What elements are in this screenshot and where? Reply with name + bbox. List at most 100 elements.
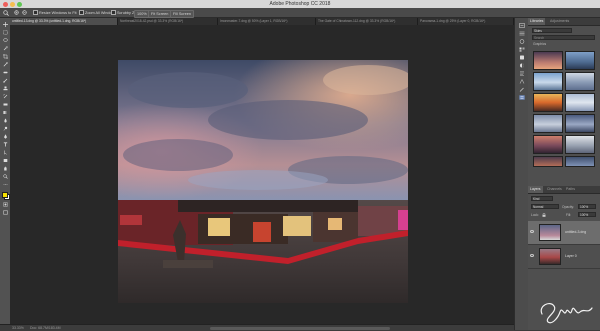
library-thumbnail[interactable] xyxy=(533,51,563,70)
layer-filter-select[interactable]: Kind xyxy=(531,196,553,201)
properties-icon[interactable] xyxy=(519,31,525,36)
quick-mask-icon[interactable] xyxy=(2,202,8,207)
library-search-input[interactable]: Search xyxy=(532,35,595,40)
clone-stamp-tool-icon[interactable] xyxy=(3,86,8,91)
signature-watermark xyxy=(540,302,593,324)
layer-filter-kind: Kind xyxy=(533,197,540,201)
marquee-tool-icon[interactable] xyxy=(2,30,8,35)
eraser-tool-icon[interactable] xyxy=(3,102,8,107)
brush-tool-icon[interactable] xyxy=(2,78,8,83)
brush-settings-icon[interactable] xyxy=(519,87,525,92)
doc-info: Doc: 68.7M/183.4M xyxy=(30,325,61,330)
image-canvas[interactable] xyxy=(118,60,408,303)
fill-input[interactable]: 100% xyxy=(578,212,596,217)
healing-brush-tool-icon[interactable] xyxy=(3,70,8,75)
layers-icon[interactable] xyxy=(519,95,525,100)
street-photo xyxy=(118,200,408,303)
blend-mode-select[interactable]: Normal xyxy=(531,204,559,209)
lock-label: Lock: xyxy=(531,213,539,217)
pen-tool-icon[interactable] xyxy=(3,134,8,139)
layer-row[interactable]: untitled-3.dng xyxy=(528,221,600,245)
dodge-tool-icon[interactable] xyxy=(3,126,8,131)
lock-icon[interactable] xyxy=(542,213,546,217)
library-select[interactable]: Skies xyxy=(532,28,572,33)
document-tab[interactable]: Imonmaster-7.dng @ 50% (Layer 1, RGB/16*… xyxy=(218,18,316,25)
library-thumbnail[interactable] xyxy=(565,93,595,112)
layer-thumbnail xyxy=(539,224,561,241)
swatches-icon[interactable] xyxy=(519,47,525,52)
tab-channels[interactable]: Channels xyxy=(545,186,564,193)
layer-name: Layer 0 xyxy=(565,254,577,258)
right-panel-dock: Libraries Adjustments Skies Search Graph… xyxy=(528,18,600,330)
paragraph-icon[interactable] xyxy=(519,71,525,76)
rectangle-tool-icon[interactable] xyxy=(3,158,8,163)
library-thumbnail[interactable] xyxy=(533,72,563,91)
document-tab[interactable]: untitled-13.dng @ 33.3% (untitled-1.dng,… xyxy=(10,18,118,25)
library-thumbnail[interactable] xyxy=(533,135,563,154)
options-bar: Resize Windows to Fit Zoom All Windows S… xyxy=(0,8,600,18)
tab-libraries[interactable]: Libraries xyxy=(528,18,546,25)
fill-screen-button[interactable]: Fill Screen xyxy=(170,9,194,18)
lasso-tool-icon[interactable] xyxy=(2,38,8,43)
eye-icon[interactable] xyxy=(530,230,534,233)
adjustments-icon[interactable] xyxy=(519,63,525,68)
zoom-icon[interactable] xyxy=(3,9,9,16)
hand-tool-icon[interactable] xyxy=(3,166,8,171)
eye-icon[interactable] xyxy=(530,254,534,257)
libraries-icon[interactable] xyxy=(519,55,525,60)
tab-paths[interactable]: Paths xyxy=(564,186,577,193)
layers-panel-tabs: Layers Channels Paths xyxy=(528,186,600,194)
library-thumbnail[interactable] xyxy=(565,51,595,70)
gradient-tool-icon[interactable] xyxy=(3,110,8,115)
quick-select-tool-icon[interactable] xyxy=(3,46,8,51)
tab-adjustments[interactable]: Adjustments xyxy=(548,18,571,25)
screen-mode-icon[interactable] xyxy=(2,210,8,215)
resize-windows-label: Resize Windows to Fit xyxy=(39,10,77,15)
horizontal-scrollbar[interactable] xyxy=(210,326,390,330)
library-thumbnail[interactable] xyxy=(533,156,563,167)
crop-tool-icon[interactable] xyxy=(2,54,8,59)
fit-screen-button[interactable]: Fit Screen xyxy=(148,9,172,18)
info-icon[interactable] xyxy=(519,39,525,44)
layer-row[interactable]: Layer 0 xyxy=(528,245,600,269)
library-thumbnail[interactable] xyxy=(565,72,595,91)
library-name: Skies xyxy=(534,29,542,33)
zoom-readout[interactable]: 33.33% xyxy=(12,326,24,330)
character-icon[interactable] xyxy=(519,79,525,84)
fill-label: Fill: xyxy=(566,213,572,217)
sky-photo xyxy=(118,60,408,200)
text-tool-icon[interactable] xyxy=(3,142,8,147)
eyedropper-tool-icon[interactable] xyxy=(3,62,8,67)
path-selection-tool-icon[interactable] xyxy=(3,150,8,155)
history-brush-tool-icon[interactable] xyxy=(2,94,8,99)
library-thumbnail[interactable] xyxy=(533,93,563,112)
zoom-tool-icon[interactable] xyxy=(2,174,8,179)
tab-layers[interactable]: Layers xyxy=(528,186,543,193)
library-thumbnail[interactable] xyxy=(565,114,595,133)
history-icon[interactable] xyxy=(519,23,525,28)
resize-windows-checkbox[interactable]: Resize Windows to Fit xyxy=(33,10,77,16)
zoom-out-icon[interactable] xyxy=(22,9,28,16)
layer-name: untitled-3.dng xyxy=(565,230,587,234)
opacity-input[interactable]: 100% xyxy=(578,204,596,209)
more-tools-icon[interactable] xyxy=(3,182,8,187)
document-tab-bar: untitled-13.dng @ 33.3% (untitled-1.dng,… xyxy=(10,18,514,25)
library-thumbnail[interactable] xyxy=(533,114,563,133)
document-tab[interactable]: The Gate of Chinatown-112.dng @ 33.3% (R… xyxy=(316,18,418,25)
zoom-in-icon[interactable] xyxy=(14,9,20,16)
document-tab[interactable]: Panorama-1.dng @ 25% (Layer 0, RGB/16*) xyxy=(418,18,514,25)
libraries-panel-tabs: Libraries Adjustments xyxy=(528,18,600,26)
library-search-placeholder: Search xyxy=(534,36,545,40)
layer-thumbnail xyxy=(539,248,561,265)
opacity-value: 100% xyxy=(580,205,589,209)
library-thumbnail[interactable] xyxy=(565,156,595,167)
document-tab[interactable]: Northeast2018-42.psd @ 33.3% (RGB/16*) xyxy=(118,18,218,25)
opacity-label: Opacity: xyxy=(562,205,575,209)
blur-tool-icon[interactable] xyxy=(3,118,8,123)
graphics-section-label: Graphics xyxy=(533,42,547,46)
move-tool-icon[interactable] xyxy=(2,22,8,27)
window-title: Adobe Photoshop CC 2018 xyxy=(269,1,331,7)
fill-value: 100% xyxy=(580,213,589,217)
library-thumbnail[interactable] xyxy=(565,135,595,154)
foreground-color-swatch[interactable] xyxy=(2,192,8,198)
